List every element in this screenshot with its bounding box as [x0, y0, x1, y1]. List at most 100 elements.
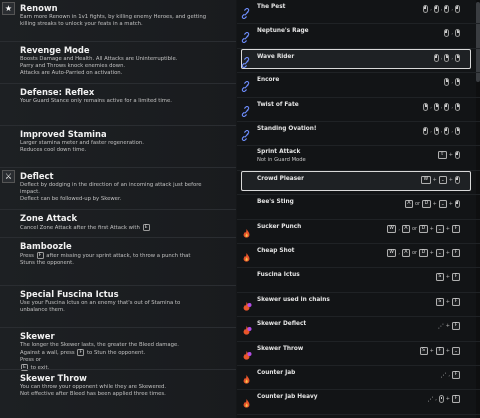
- input-separator: +: [445, 396, 450, 403]
- feat-divider: [0, 167, 236, 168]
- input-separator: +: [448, 152, 453, 159]
- move-row[interactable]: Counter Jab ⋰, F: [237, 366, 480, 386]
- input-combo: W, Aor D + ⎵ + F: [386, 249, 460, 257]
- feat-divider: [0, 327, 236, 328]
- move-row[interactable]: Skewer Throw S + F + ⎵: [237, 342, 480, 362]
- input-separator: +: [429, 250, 434, 256]
- mouse-left-icon: [455, 5, 460, 13]
- feat-divider: [0, 285, 236, 286]
- row-divider: [237, 413, 480, 415]
- feat-line: Attacks are Auto-Parried on activation.: [20, 70, 123, 77]
- move-row[interactable]: Skewer Deflect ⋰ + F: [237, 317, 480, 337]
- key-cap: D: [422, 200, 431, 209]
- key-cap: F: [77, 349, 85, 357]
- mouse-right-icon: [444, 53, 450, 62]
- key-cap: ⎵: [438, 175, 447, 184]
- deflect-arrows-icon: ⋰: [427, 395, 434, 403]
- feat-description: Use your Fuscina Ictus on an enemy that'…: [20, 300, 232, 314]
- move-name: Skewer used in chains: [257, 296, 330, 303]
- input-combo: S + F: [435, 273, 460, 282]
- move-name: Cheap Shot: [257, 248, 295, 254]
- feat-line: Not effective after Bleed has been appli…: [20, 391, 166, 398]
- dot-purple-icon: [241, 321, 252, 335]
- feat-divider: [0, 209, 236, 210]
- input-combo: ⋰ + F: [437, 322, 460, 331]
- input-combo: W, Aor D + ⎵ + F: [386, 224, 460, 233]
- mouse-left-icon: [433, 53, 439, 62]
- dot-purple-icon: [241, 346, 252, 360]
- move-name: Sprint Attack: [257, 149, 301, 156]
- key-cap: E: [142, 224, 150, 231]
- mouse-right-icon: [444, 78, 450, 87]
- key-cap: F: [452, 395, 460, 404]
- input-separator: or: [412, 225, 418, 232]
- input-separator: ,: [430, 6, 432, 12]
- feat-title: Revenge Mode: [20, 45, 90, 55]
- chain-icon: [241, 4, 252, 19]
- mouse-left-icon: [455, 175, 460, 184]
- input-separator: +: [448, 201, 453, 208]
- input-separator: +: [445, 274, 450, 281]
- deflect-arrows-icon: ⋰: [437, 322, 444, 330]
- move-row[interactable]: Counter Jab Heavy ⋰, + F: [237, 390, 480, 410]
- move-row[interactable]: Bee's Sting Aor D + ⎵ +: [237, 195, 480, 215]
- input-separator: +: [445, 298, 450, 305]
- input-separator: ,: [451, 6, 453, 12]
- key-cap: S: [435, 297, 444, 306]
- feat-text: or: [35, 357, 42, 364]
- key-cap: A: [401, 224, 410, 233]
- chain-icon: [241, 53, 252, 68]
- mouse-right-icon: [455, 127, 460, 135]
- key-cap: W: [386, 224, 397, 233]
- mouse-right-icon: [455, 102, 460, 111]
- chain-icon: [241, 77, 252, 93]
- mouse-right-icon: [433, 102, 439, 111]
- move-row[interactable]: Encore,: [237, 73, 480, 93]
- feat-title: Zone Attack: [20, 213, 78, 223]
- feat-text: The longer the Skewer lasts, the greater…: [20, 342, 179, 348]
- feat-title: Defense: Reflex: [20, 87, 95, 97]
- move-name: Skewer Throw: [257, 345, 304, 352]
- feat-title: Special Fuscina Ictus: [20, 289, 119, 299]
- feat-title: Bamboozle: [20, 241, 72, 251]
- move-row[interactable]: Neptune's Rage,: [237, 24, 480, 44]
- move-name: Bee's Sting: [257, 199, 294, 206]
- move-row[interactable]: Fuscina Ictus S + F: [237, 268, 480, 288]
- feat-divider: [0, 237, 236, 238]
- key-cap: ⇧: [438, 151, 447, 160]
- move-row[interactable]: Wave Rider,,: [237, 48, 480, 69]
- mouse-left-icon: [444, 127, 450, 135]
- feat-text: Against a wall, press: [20, 350, 77, 357]
- move-row[interactable]: Sucker Punch W, Aor D + ⎵ + F: [237, 220, 480, 240]
- input-separator: +: [432, 201, 437, 208]
- mouse-left-icon: [444, 5, 450, 13]
- key-cap: F: [452, 371, 460, 379]
- move-row[interactable]: Standing Ovation!,,,: [237, 122, 480, 142]
- move-row[interactable]: Cheap Shot W, Aor D + ⎵ + F: [237, 244, 480, 264]
- move-row[interactable]: Crowd Pleaser W + ⎵ +: [237, 170, 480, 191]
- input-separator: or: [412, 250, 418, 256]
- move-row[interactable]: The Pest,,,: [237, 0, 480, 20]
- move-row[interactable]: Twist of Fate,,,: [237, 98, 480, 118]
- mouse-left-icon: [423, 127, 429, 135]
- input-combo: Aor D + ⎵ +: [404, 200, 460, 209]
- key-cap: ⎵: [452, 346, 460, 355]
- feat-title: Skewer: [20, 331, 55, 341]
- feat-line: Your Guard Stance only remains active fo…: [20, 98, 172, 104]
- mouse-right-icon: [455, 29, 460, 38]
- fire-icon: [241, 394, 252, 409]
- move-name: Standing Ovation!: [257, 126, 317, 132]
- move-row[interactable]: Skewer used in chains S + F: [237, 293, 480, 313]
- input-combo: ,: [444, 78, 460, 87]
- input-separator: +: [445, 323, 450, 330]
- feat-description: Your Guard Stance only remains active fo…: [20, 98, 232, 105]
- input-separator: ,: [440, 6, 443, 12]
- move-name: The Pest: [257, 4, 286, 10]
- input-separator: ,: [430, 128, 432, 134]
- move-row[interactable]: Sprint Attack Not in Guard Mode ⇧ +: [237, 146, 480, 166]
- move-name: Neptune's Rage: [257, 28, 309, 35]
- feat-line: Earn more Renown in 1v1 fights, by killi…: [20, 14, 207, 20]
- input-separator: or: [415, 201, 421, 208]
- feat-description: The longer the Skewer lasts, the greater…: [20, 342, 232, 372]
- mouse-right-icon: [455, 78, 460, 87]
